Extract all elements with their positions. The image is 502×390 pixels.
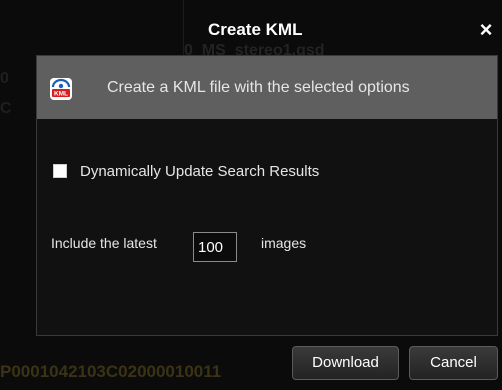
dynamic-update-checkbox[interactable] xyxy=(53,164,67,178)
dynamic-update-label[interactable]: Dynamically Update Search Results xyxy=(80,163,319,180)
window-titlebar: Create KML × xyxy=(0,0,502,50)
create-kml-screen: 0_MS_stereo1.gsd 0 C P0001042103C0200001… xyxy=(0,0,502,390)
image-count-option: Include the latest images xyxy=(51,230,351,262)
panel-header: KML Create a KML file with the selected … xyxy=(37,56,497,119)
kml-file-icon: KML xyxy=(50,78,72,100)
cancel-button[interactable]: Cancel xyxy=(409,346,498,380)
background-fragment-left-1: 0 xyxy=(0,70,9,87)
image-count-suffix: images xyxy=(261,235,307,251)
download-button[interactable]: Download xyxy=(292,346,399,380)
background-filename-bottom: P0001042103C02000010011 xyxy=(0,362,222,381)
image-count-input[interactable] xyxy=(193,232,237,262)
close-icon[interactable]: × xyxy=(475,19,497,41)
image-count-prefix: Include the latest xyxy=(51,235,157,251)
panel-header-text: Create a KML file with the selected opti… xyxy=(107,79,410,96)
kml-options-panel: KML Create a KML file with the selected … xyxy=(36,55,498,336)
window-title: Create KML xyxy=(208,20,303,39)
svg-text:KML: KML xyxy=(54,91,68,98)
background-fragment-left-2: C xyxy=(0,100,12,117)
